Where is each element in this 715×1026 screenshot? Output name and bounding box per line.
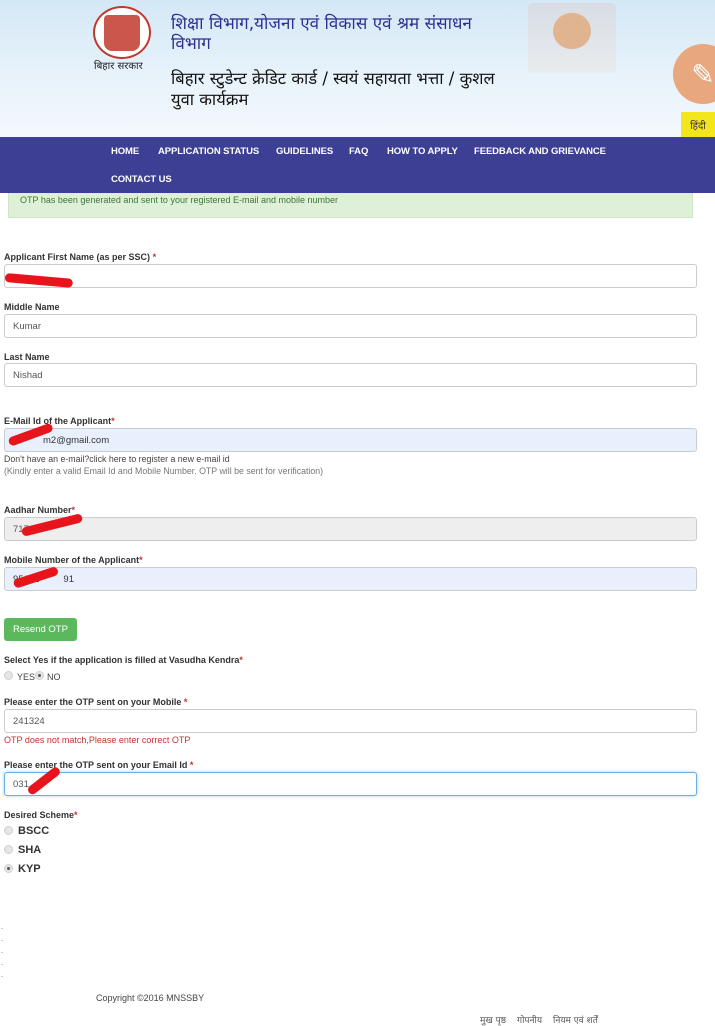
main-nav: HOME APPLICATION STATUS GUIDELINES FAQ H… [0,137,715,193]
vasudha-yes-label: YES [17,672,36,682]
scheme-bscc-label: BSCC [18,825,50,837]
nav-faq[interactable]: FAQ [349,146,368,157]
first-name-label: Applicant First Name (as per SSC) * [4,252,157,262]
vasudha-no-label: NO [47,672,61,682]
footer-link-home[interactable]: मुख पृष्ठ [480,1013,506,1026]
email-input[interactable]: m2@gmail.com [4,428,697,452]
middle-name-input[interactable]: Kumar [4,314,697,338]
aadhar-label: Aadhar Number* [4,505,76,515]
email-otp-input[interactable]: 031 [4,772,697,796]
language-toggle-button[interactable]: हिंदी [681,112,715,137]
scheme-kyp-label: KYP [18,863,41,875]
mobile-otp-input[interactable]: 241324 [4,709,697,733]
last-name-label: Last Name [4,352,50,362]
middle-name-label: Middle Name [4,302,60,312]
email-label: E-Mail Id of the Applicant* [4,416,115,426]
chief-minister-portrait [528,3,616,73]
email-note: (Kindly enter a valid Email Id and Mobil… [4,466,324,476]
nav-how-to-apply[interactable]: HOW TO APPLY [387,146,458,157]
first-name-input[interactable] [4,264,697,288]
logo-caption: बिहार सरकार [94,61,143,72]
mobile-label: Mobile Number of the Applicant* [4,555,143,565]
dot: . [1,958,4,967]
department-title: शिक्षा विभाग,योजना एवं विकास एवं श्रम सं… [171,14,472,54]
vasudha-yes-radio[interactable] [4,671,13,680]
vasudha-label: Select Yes if the application is filled … [4,655,243,665]
vasudha-no-radio[interactable] [35,671,44,680]
nav-home[interactable]: HOME [111,146,139,157]
resend-otp-button[interactable]: Resend OTP [4,618,77,641]
bihar-emblem-logo [93,6,151,59]
desired-scheme-label: Desired Scheme* [4,810,78,820]
dot: . [1,922,4,931]
dot: . [1,934,4,943]
mobile-otp-label: Please enter the OTP sent on your Mobile… [4,697,188,707]
mobile-input[interactable]: 9510291 [4,567,697,591]
copyright: Copyright ©2016 MNSSBY [96,993,205,1003]
scheme-bscc-radio[interactable] [4,826,13,835]
otp-alert: OTP has been generated and sent to your … [8,193,693,218]
dot: . [1,970,4,979]
aadhar-input[interactable]: 717 [4,517,697,541]
register-email-link[interactable]: Don't have an e-mail?click here to regis… [4,454,230,464]
scheme-kyp-radio[interactable] [4,864,13,873]
otp-error-message: OTP does not match,Please enter correct … [4,735,191,745]
nav-application-status[interactable]: APPLICATION STATUS [158,146,259,157]
footer-link-terms[interactable]: नियम एवं शर्तें [553,1013,598,1026]
scheme-sha-label: SHA [18,844,42,856]
email-otp-label: Please enter the OTP sent on your Email … [4,760,194,770]
footer-link-privacy[interactable]: गोपनीय [517,1013,542,1026]
last-name-input[interactable]: Nishad [4,363,697,387]
scheme-sha-radio[interactable] [4,845,13,854]
nav-guidelines[interactable]: GUIDELINES [276,146,333,157]
dot: . [1,946,4,955]
nav-contact-us[interactable]: CONTACT US [111,174,172,185]
nav-feedback-grievance[interactable]: FEEDBACK AND GRIEVANCE [474,146,606,157]
scheme-title: बिहार स्टुडेन्ट क्रेडिट कार्ड / स्वयं सह… [171,69,495,109]
